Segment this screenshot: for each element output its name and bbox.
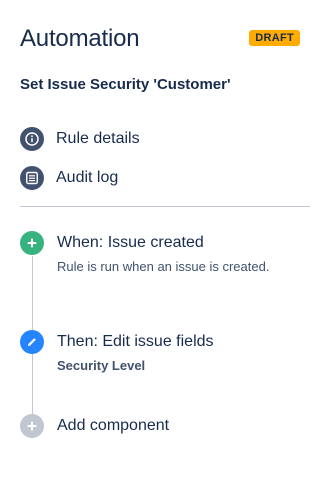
add-component-label: Add component <box>57 417 170 434</box>
rule-name: Set Issue Security 'Customer' <box>20 76 231 93</box>
info-icon <box>20 127 44 151</box>
rule-details-label: Rule details <box>56 130 140 147</box>
header: Automation DRAFT <box>20 24 300 56</box>
audit-log-link[interactable]: Audit log <box>20 165 310 191</box>
plus-icon <box>20 414 44 438</box>
page-title: Automation <box>20 25 140 52</box>
list-icon <box>20 166 44 190</box>
audit-log-label: Audit log <box>56 169 119 186</box>
trigger-step[interactable]: When: Issue created Rule is run when an … <box>20 231 310 279</box>
trigger-description: Rule is run when an issue is created. <box>57 259 270 274</box>
add-component-button[interactable]: Add component <box>20 414 310 440</box>
trigger-title: When: Issue created <box>57 234 204 251</box>
action-title: Then: Edit issue fields <box>57 333 214 350</box>
divider <box>20 206 310 207</box>
action-step[interactable]: Then: Edit issue fields Security Level <box>20 330 310 378</box>
automation-sidebar: Automation DRAFT Set Issue Security 'Cus… <box>0 0 325 478</box>
action-description: Security Level <box>57 358 146 373</box>
plus-icon <box>20 231 44 255</box>
rule-details-link[interactable]: Rule details <box>20 126 310 152</box>
pencil-icon <box>20 330 44 354</box>
draft-badge: DRAFT <box>249 30 300 46</box>
